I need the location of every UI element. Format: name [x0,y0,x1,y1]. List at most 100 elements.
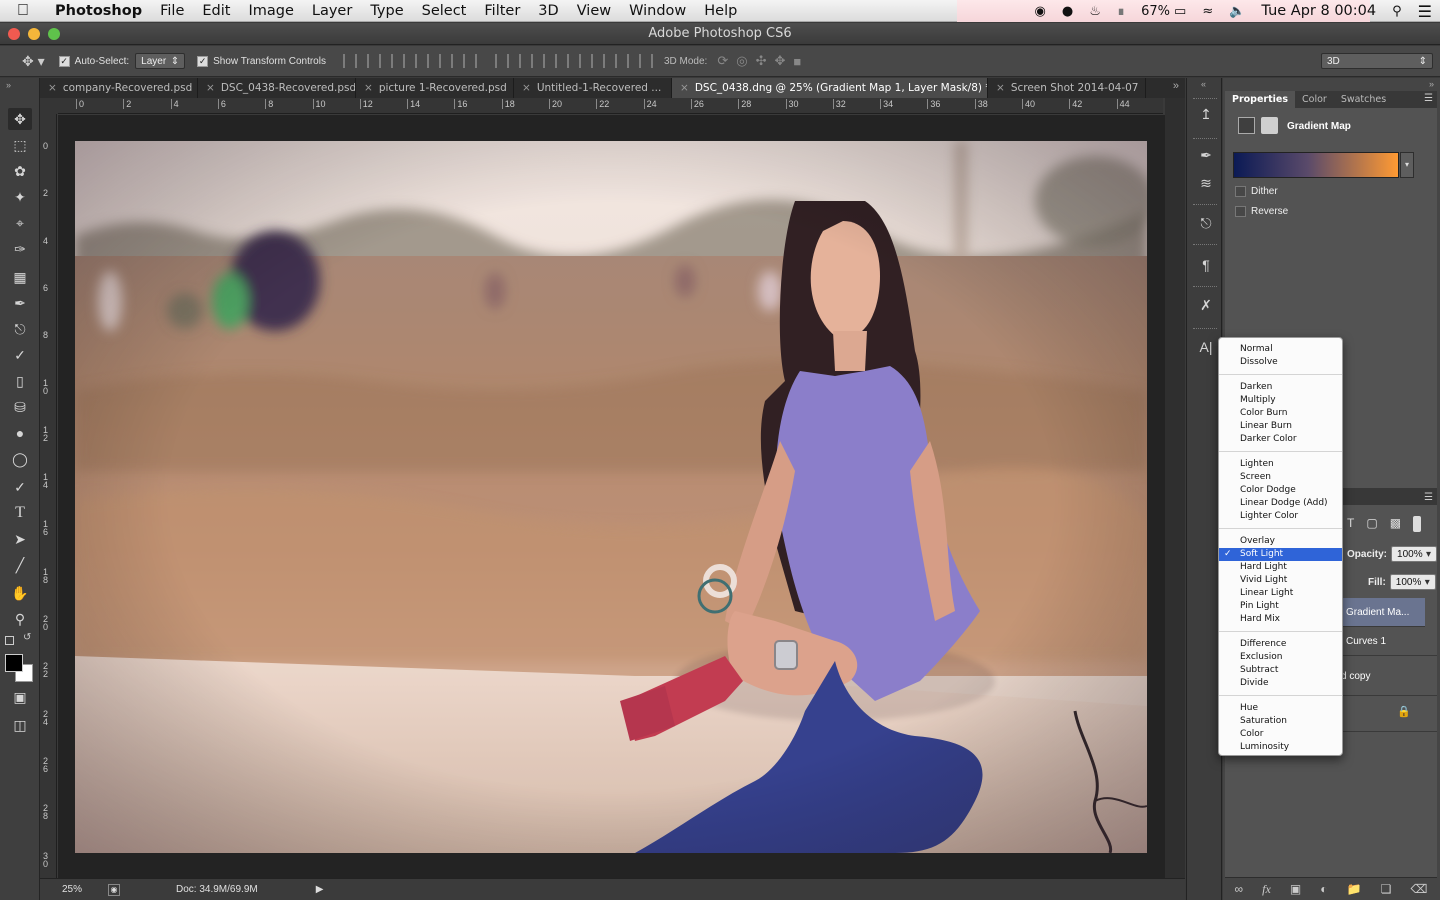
blend-mode-subtract[interactable]: Subtract [1219,664,1342,677]
workspace-dropdown[interactable]: 3D ⇕ [1321,53,1433,69]
3d-slide-icon[interactable]: ✥ [774,53,785,69]
3d-scale-icon[interactable]: ■ [793,54,801,69]
dock-grip[interactable] [1193,244,1217,246]
pen-tool-icon[interactable]: ✓ [8,476,32,498]
blend-mode-saturation[interactable]: Saturation [1219,715,1342,728]
shield-icon[interactable]: ◉ [1035,4,1046,19]
horizontal-ruler[interactable]: 0 2 4 6 8 10 12 14 16 18 20 22 24 26 28 30 32 34 36 38 40 42 4… [58,98,1163,114]
blend-mode-darken[interactable]: Darken [1219,381,1342,394]
menu-3d[interactable]: 3D [529,0,567,22]
blend-mode-luminosity[interactable]: Luminosity [1219,741,1342,754]
tab-dsc0438-recovered[interactable]: × DSC_0438-Recovered.psd [198,78,356,98]
line-tool-icon[interactable]: ╱ [8,554,32,576]
blend-mode-linear-dodge-add[interactable]: Linear Dodge (Add) [1219,497,1342,510]
layers-menu-icon[interactable]: ☰ [1424,492,1433,503]
gradient-preview[interactable] [1233,152,1399,178]
default-colors-icon[interactable] [5,636,14,645]
blend-mode-soft-light[interactable]: ✓ Soft Light [1219,548,1342,561]
dock-grip[interactable] [1193,328,1217,330]
blend-mode-multiply[interactable]: Multiply [1219,394,1342,407]
new-adjustment-icon[interactable]: ◐ [1320,882,1327,896]
align-bottom-icon[interactable] [390,54,405,68]
blend-mode-hard-mix[interactable]: Hard Mix [1219,613,1342,626]
menu-select[interactable]: Select [413,0,476,22]
3d-pan-icon[interactable]: ✣ [756,53,767,69]
new-layer-icon[interactable]: ❏ [1381,882,1392,896]
battery-icon[interactable]: ▭ [1174,4,1186,19]
zoom-window-button[interactable] [48,28,60,40]
blend-mode-lighten[interactable]: Lighten [1219,458,1342,471]
document-photo[interactable] [75,141,1147,853]
tab-company-recovered[interactable]: × company-Recovered.psd [40,78,198,98]
blend-mode-hard-light[interactable]: Hard Light [1219,561,1342,574]
wifi-icon[interactable]: ≈ [1202,4,1213,19]
clock[interactable]: Tue Apr 8 00:04 [1261,3,1376,19]
blend-mode-darker-color[interactable]: Darker Color [1219,433,1342,446]
dither-checkbox[interactable] [1235,186,1246,197]
more-tabs-icon[interactable]: » [1173,80,1179,92]
blur-tool-icon[interactable]: ● [8,422,32,444]
lasso-tool-icon[interactable]: ✿ [8,160,32,182]
canvas-vertical-scroll[interactable] [1165,98,1185,878]
filter-shape-icon[interactable]: ▢ [1366,516,1377,532]
distribute-top-icon[interactable] [494,54,509,68]
opacity-field[interactable]: 100% ▾ [1391,546,1438,562]
quick-mask-icon[interactable]: ▣ [8,686,32,708]
gradient-dropdown[interactable]: ▾ [1400,152,1414,178]
blend-mode-dissolve[interactable]: Dissolve [1219,356,1342,369]
character-panel-icon[interactable]: A| [1195,336,1217,358]
blend-mode-color[interactable]: Color [1219,728,1342,741]
align-left-icon[interactable] [414,54,429,68]
close-tab-icon[interactable]: × [522,82,531,94]
close-tab-icon[interactable]: × [206,82,215,94]
move-tool-icon[interactable]: ✥ [8,108,32,130]
menu-app-name[interactable]: Photoshop [46,0,151,22]
blend-mode-divide[interactable]: Divide [1219,677,1342,690]
close-tab-icon[interactable]: × [364,82,373,94]
menu-edit[interactable]: Edit [193,0,239,22]
spotlight-search-icon[interactable]: ⚲ [1392,4,1402,19]
eyedropper-tool-icon[interactable]: ✑ [8,238,32,260]
dodge-tool-icon[interactable]: ◯ [8,448,32,470]
menu-type[interactable]: Type [361,0,412,22]
ruler-origin[interactable] [40,98,58,114]
menu-help[interactable]: Help [695,0,746,22]
distribute-hcenter-icon[interactable] [590,54,605,68]
3d-roll-icon[interactable]: ◎ [736,53,747,69]
distribute-right-icon[interactable] [614,54,629,68]
minimize-window-button[interactable] [28,28,40,40]
menu-window[interactable]: Window [620,0,695,22]
dock-grip[interactable] [1193,204,1217,206]
tab-color[interactable]: Color [1295,91,1334,108]
blend-mode-hue[interactable]: Hue [1219,702,1342,715]
dock-grip[interactable] [1193,286,1217,288]
bluetooth-icon[interactable]: ∎ [1117,4,1125,19]
blend-mode-pin-light[interactable]: Pin Light [1219,600,1342,613]
panel-menu-icon[interactable]: ☰ [1424,93,1433,104]
align-vcenter-icon[interactable] [366,54,381,68]
layer-style-icon[interactable]: fx [1262,882,1271,897]
healing-brush-tool-icon[interactable]: ▦ [8,266,32,288]
tab-swatches[interactable]: Swatches [1334,91,1393,108]
add-mask-icon[interactable]: ▣ [1290,882,1301,896]
tab-properties[interactable]: Properties [1225,91,1295,108]
blend-mode-normal[interactable]: Normal [1219,343,1342,356]
menu-image[interactable]: Image [239,0,302,22]
swap-colors-icon[interactable]: ↺ [23,632,31,643]
dither-row[interactable]: Dither [1235,186,1278,197]
line-app-icon[interactable]: ● [1062,4,1073,19]
auto-select-checkbox[interactable]: ✓ [58,55,70,67]
blend-mode-difference[interactable]: Difference [1219,638,1342,651]
magic-wand-tool-icon[interactable]: ✦ [8,186,32,208]
panel-collapse-icon[interactable]: » [1429,79,1434,89]
paragraph-panel-icon[interactable]: ¶ [1195,254,1217,276]
battery-percent[interactable]: 67% [1141,4,1170,19]
3d-rotate-icon[interactable]: ⟳ [717,53,728,69]
opacity-chevron-icon[interactable]: ▾ [1426,549,1431,560]
blend-mode-color-dodge[interactable]: Color Dodge [1219,484,1342,497]
crop-tool-icon[interactable]: ⌖ [8,212,32,234]
zoom-level[interactable]: 25% [62,884,106,895]
new-group-icon[interactable]: 📁 [1347,882,1362,896]
clone-stamp-tool-icon[interactable]: ⎋ [8,318,32,340]
filter-toggle-icon[interactable] [1413,516,1422,532]
